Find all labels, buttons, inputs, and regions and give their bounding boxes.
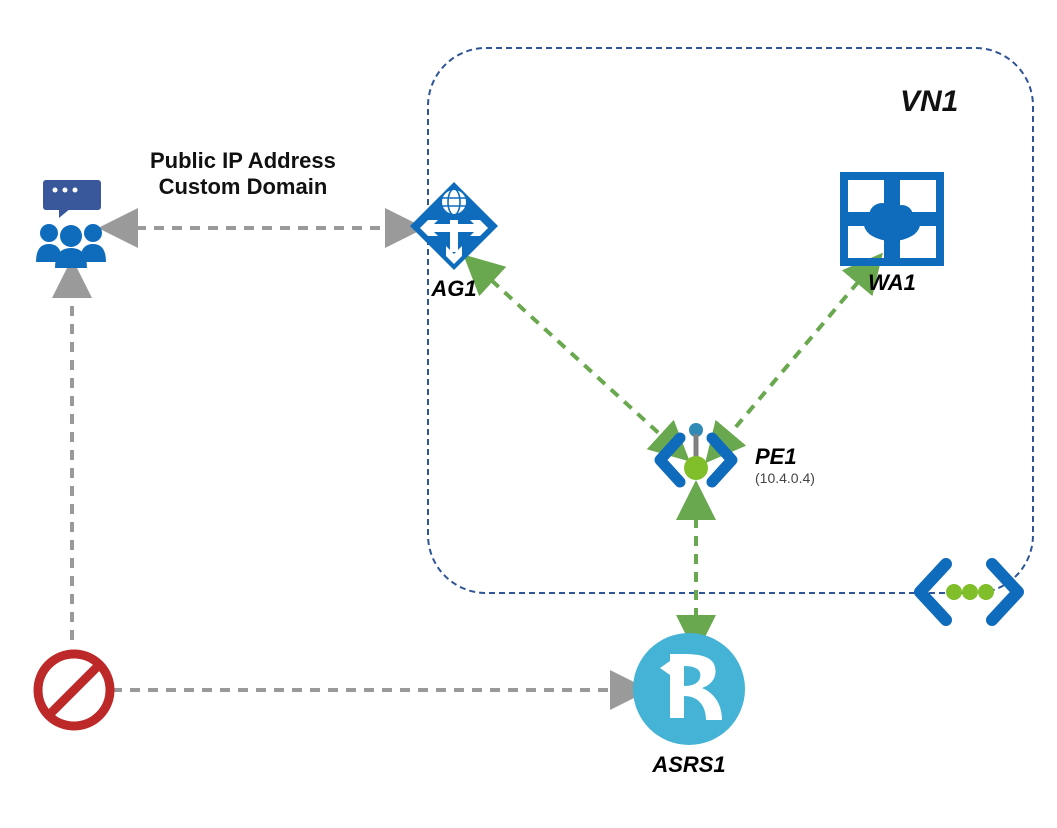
block-node — [32, 648, 116, 732]
pe1-node — [650, 420, 742, 500]
users-node — [29, 178, 114, 268]
private-endpoint-icon — [650, 420, 742, 500]
wa1-label: WA1 — [868, 270, 916, 296]
vnet-boundary — [428, 48, 1033, 593]
pe1-ip: (10.4.0.4) — [755, 470, 815, 486]
vnet-badge-node — [910, 548, 1028, 636]
web-app-icon — [840, 172, 944, 266]
connector-label-users-ag1: Public IP Address Custom Domain — [150, 148, 336, 201]
application-gateway-icon — [408, 180, 500, 272]
blocked-icon — [32, 648, 116, 732]
connector-ag1-pe1 — [478, 268, 675, 448]
connector-label-line1: Public IP Address — [150, 148, 336, 174]
vnet-label: VN1 — [900, 84, 958, 120]
asrs1-label: ASRS1 — [652, 752, 725, 778]
asrs1-node: ASRS1 — [630, 630, 748, 778]
pe1-label: PE1 — [755, 444, 815, 470]
connector-label-line2: Custom Domain — [150, 174, 336, 200]
wa1-node: WA1 — [840, 172, 944, 296]
diagram-overlay — [0, 0, 1057, 828]
ag1-label: AG1 — [431, 276, 476, 302]
ag1-node: AG1 — [408, 180, 500, 302]
users-icon — [29, 178, 114, 268]
signalr-service-icon — [630, 630, 748, 748]
virtual-network-icon — [910, 548, 1028, 636]
pe1-label-block: PE1 (10.4.0.4) — [755, 444, 815, 486]
